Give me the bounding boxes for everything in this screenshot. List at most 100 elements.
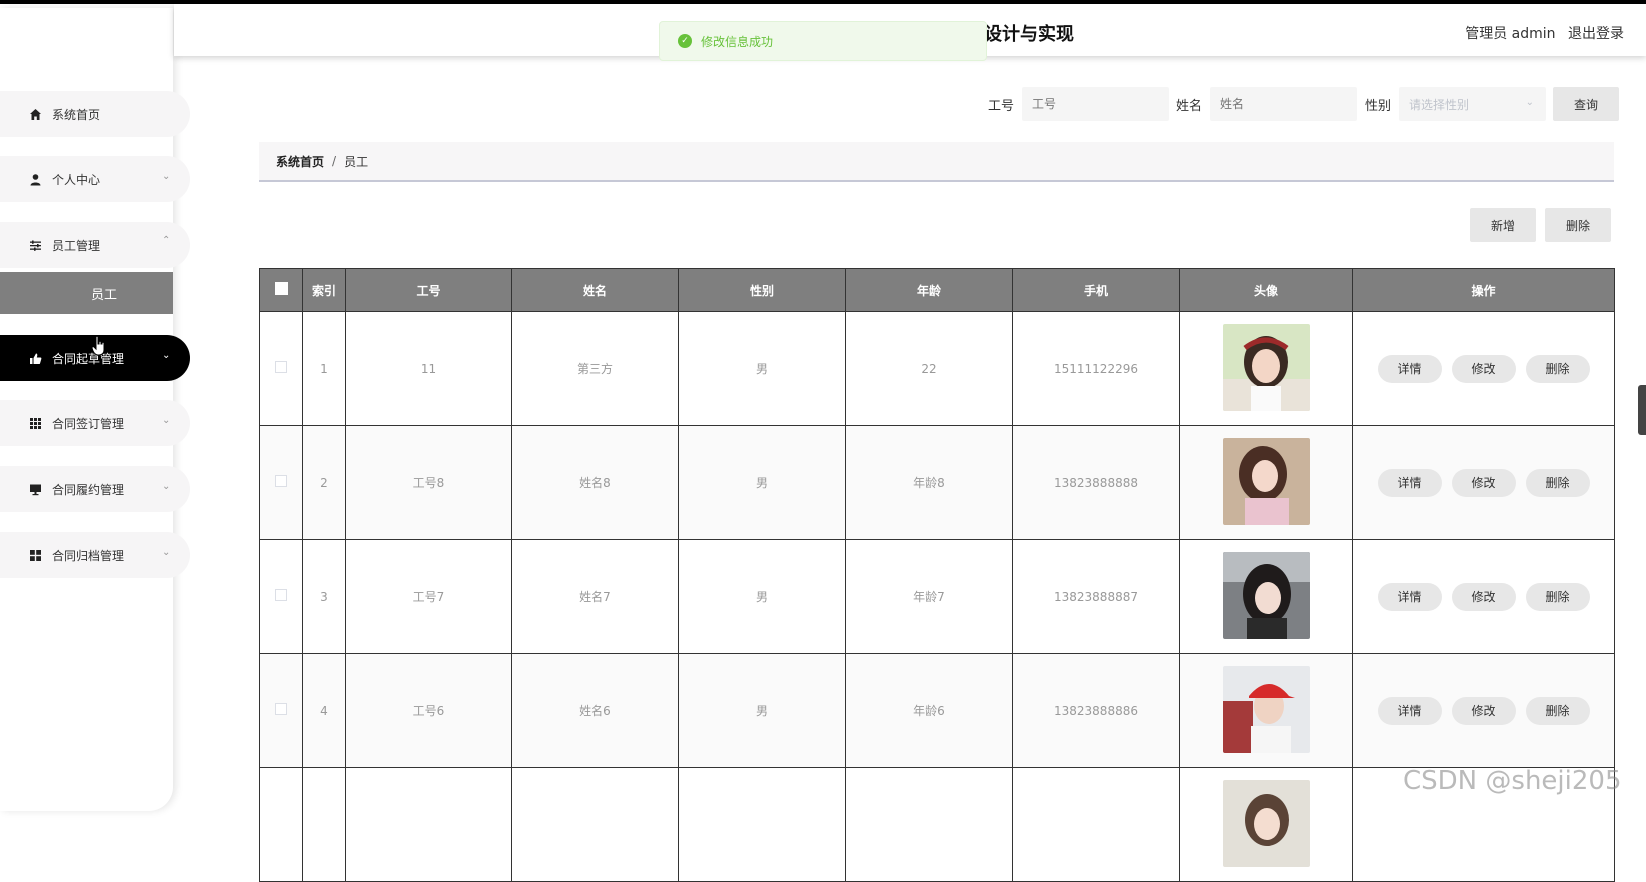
delete-button[interactable]: 删除: [1525, 354, 1590, 383]
gender-select[interactable]: 请选择性别 ⌄: [1399, 87, 1547, 121]
success-toast: ✓ 修改信息成功: [659, 21, 987, 61]
avatar: [1222, 437, 1310, 525]
chevron-down-icon: ⌄: [162, 415, 171, 426]
sidebar-item-contract-sign[interactable]: 合同签订管理 ⌄: [0, 400, 190, 446]
edit-button[interactable]: 修改: [1451, 354, 1516, 383]
sidebar-item-label: 合同签订管理: [52, 416, 125, 431]
cell-id: 11: [345, 311, 512, 426]
sidebar-item-label: 系统首页: [52, 107, 101, 122]
row-actions: 详情 修改 删除: [1353, 696, 1614, 725]
cell-phone: 13823888888: [1012, 425, 1180, 540]
search-gender-group: 性别 请选择性别 ⌄: [1365, 87, 1547, 121]
sidebar-item-contract-archive[interactable]: 合同归档管理 ⌄: [0, 532, 190, 578]
cell-name: 姓名8: [511, 425, 679, 540]
cell-id: [345, 767, 512, 882]
sidebar-item-staff[interactable]: 员工管理 ⌃: [0, 222, 190, 268]
col-header-name: 姓名: [511, 268, 679, 312]
cell-id: 工号7: [345, 539, 512, 654]
delete-button[interactable]: 删除: [1525, 696, 1590, 725]
apps-icon: [28, 548, 42, 562]
detail-button[interactable]: 详情: [1377, 582, 1442, 611]
breadcrumb-home[interactable]: 系统首页: [276, 153, 324, 170]
logout-link[interactable]: 退出登录: [1568, 26, 1624, 42]
table-row: 4 工号6 姓名6 男 年龄6 13823888886 详情 修改 删除: [259, 653, 1615, 768]
toast-message: 修改信息成功: [701, 34, 774, 49]
detail-button[interactable]: 详情: [1377, 354, 1442, 383]
side-scroll-handle[interactable]: [1638, 385, 1646, 435]
grid-icon: [28, 416, 42, 430]
sidebar: 系统首页 个人中心 ⌄ 员工管理 ⌃ 员工 合同起草管理 ⌄ 合同签订管理 ⌄ …: [0, 8, 190, 811]
id-search-input[interactable]: [1022, 87, 1170, 121]
edit-button[interactable]: 修改: [1451, 696, 1516, 725]
row-checkbox[interactable]: [275, 361, 287, 373]
cell-name: 第三方: [511, 311, 679, 426]
sidebar-item-label: 员工管理: [52, 238, 101, 253]
cell-index: 4: [302, 653, 346, 768]
col-header-phone: 手机: [1012, 268, 1180, 312]
cell-index: 1: [302, 311, 346, 426]
cell-age: 年龄8: [845, 425, 1013, 540]
chevron-up-icon: ⌃: [162, 235, 171, 246]
table-row: 2 工号8 姓名8 男 年龄8 13823888888 详情 修改 删除: [259, 425, 1615, 540]
cell-gender: 男: [678, 425, 846, 540]
avatar: [1222, 323, 1310, 411]
table-header-row: 索引 工号 姓名 性别 年龄 手机 头像 操作: [259, 268, 1615, 312]
user-area: 管理员 admin 退出登录: [1457, 23, 1624, 43]
cell-phone: 13823888887: [1012, 539, 1180, 654]
mouse-cursor-icon: [91, 335, 106, 360]
delete-button[interactable]: 删除: [1525, 582, 1590, 611]
cell-age: 年龄6: [845, 653, 1013, 768]
user-icon: [28, 172, 42, 186]
gender-label: 性别: [1365, 98, 1392, 114]
home-icon: [28, 107, 42, 121]
delete-button[interactable]: 删除: [1525, 468, 1590, 497]
cell-id: 工号6: [345, 653, 512, 768]
sidebar-item-label: 个人中心: [52, 172, 101, 187]
table-row: 3 工号7 姓名7 男 年龄7 13823888887 详情 修改 删除: [259, 539, 1615, 654]
cell-age: 年龄7: [845, 539, 1013, 654]
chevron-down-icon: ⌄: [162, 171, 171, 182]
select-all-cell[interactable]: [259, 268, 303, 312]
cell-gender: 男: [678, 311, 846, 426]
select-all-checkbox[interactable]: [274, 282, 288, 295]
col-header-index: 索引: [302, 268, 346, 312]
avatar: [1222, 665, 1310, 753]
check-circle-icon: ✓: [678, 34, 692, 48]
batch-delete-button[interactable]: 删除: [1545, 208, 1611, 242]
avatar: [1222, 551, 1310, 639]
col-header-id: 工号: [345, 268, 512, 312]
chevron-down-icon: ⌄: [162, 481, 171, 492]
sliders-icon: [28, 238, 42, 252]
sidebar-item-contract-perform[interactable]: 合同履约管理 ⌄: [0, 466, 190, 512]
cell-index: 3: [302, 539, 346, 654]
watermark: CSDN @sheji205: [1403, 766, 1622, 796]
cell-phone: [1012, 767, 1180, 882]
edit-button[interactable]: 修改: [1451, 468, 1516, 497]
breadcrumb: 系统首页 / 员工: [259, 142, 1614, 182]
sidebar-item-personal[interactable]: 个人中心 ⌄: [0, 156, 190, 202]
sidebar-item-label: 合同履约管理: [52, 482, 125, 497]
breadcrumb-separator: /: [332, 154, 337, 168]
cell-phone: 13823888886: [1012, 653, 1180, 768]
sidebar-item-label: 合同起草管理: [52, 351, 125, 366]
col-header-age: 年龄: [845, 268, 1013, 312]
chevron-down-icon: ⌄: [1525, 97, 1535, 108]
detail-button[interactable]: 详情: [1377, 468, 1442, 497]
row-checkbox[interactable]: [275, 703, 287, 715]
sidebar-item-home[interactable]: 系统首页: [0, 91, 190, 137]
col-header-gender: 性别: [678, 268, 846, 312]
col-header-actions: 操作: [1352, 268, 1615, 312]
edit-button[interactable]: 修改: [1451, 582, 1516, 611]
add-button[interactable]: 新增: [1470, 208, 1536, 242]
avatar: [1222, 780, 1310, 867]
cell-gender: 男: [678, 653, 846, 768]
admin-label: 管理员 admin: [1465, 26, 1556, 42]
row-checkbox[interactable]: [275, 589, 287, 601]
name-search-input[interactable]: [1210, 87, 1358, 121]
cell-name: 姓名7: [511, 539, 679, 654]
sidebar-subitem-staff[interactable]: 员工: [0, 272, 173, 314]
detail-button[interactable]: 详情: [1377, 696, 1442, 725]
row-checkbox[interactable]: [275, 475, 287, 487]
row-actions: 详情 修改 删除: [1353, 354, 1614, 383]
query-button[interactable]: 查询: [1553, 87, 1619, 121]
